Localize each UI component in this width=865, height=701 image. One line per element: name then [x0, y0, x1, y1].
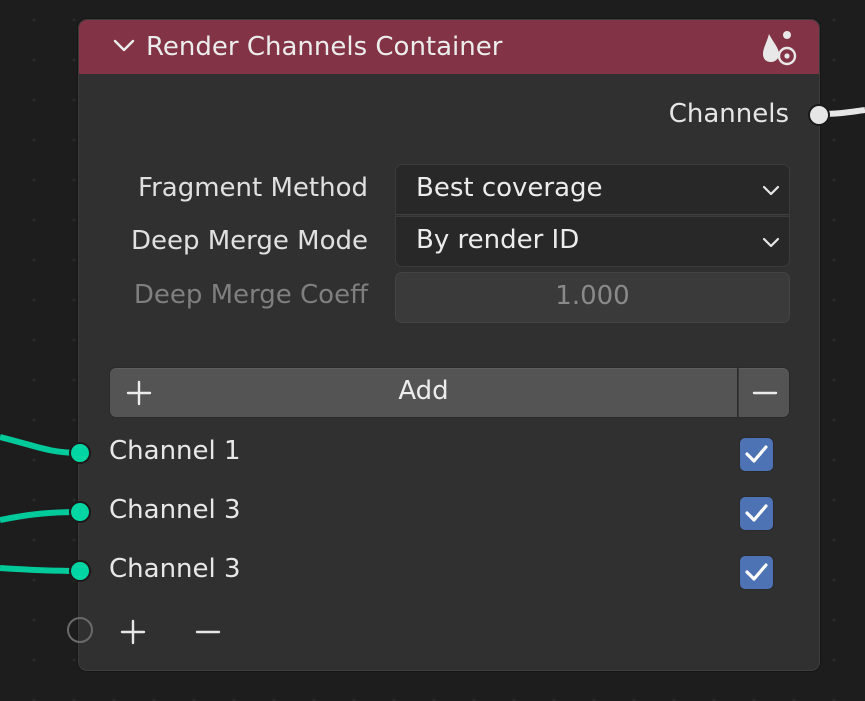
remove-channel-button[interactable]	[738, 367, 790, 418]
channel-enabled-checkbox[interactable]	[739, 555, 774, 590]
channel-2-input-socket[interactable]	[69, 501, 91, 523]
channel-label: Channel 1	[109, 436, 241, 466]
wire-channel-3b	[0, 565, 81, 574]
checkmark-icon	[745, 504, 768, 522]
minus-icon	[752, 391, 778, 395]
fragment-method-value: Best coverage	[416, 173, 603, 203]
channel-enabled-checkbox[interactable]	[739, 496, 774, 531]
output-channels-socket[interactable]	[808, 104, 830, 126]
chevron-down-icon[interactable]	[113, 39, 135, 53]
checkmark-icon	[745, 563, 768, 581]
channel-enabled-checkbox[interactable]	[739, 437, 774, 472]
channel-row: Channel 3	[79, 554, 819, 594]
checkmark-icon	[745, 445, 768, 463]
virtual-input-socket[interactable]	[67, 617, 93, 643]
wire-channel-1	[0, 434, 81, 456]
add-channel-button[interactable]: Add	[109, 367, 738, 418]
wire-channel-3a	[0, 509, 81, 523]
add-button-label: Add	[398, 376, 449, 406]
output-channels-label: Channels	[668, 99, 789, 129]
channel-label: Channel 3	[109, 554, 241, 584]
render-channel-icon	[763, 31, 797, 66]
channel-row: Channel 1	[79, 436, 819, 476]
chevron-down-icon	[762, 237, 780, 248]
channel-3-input-socket[interactable]	[69, 560, 91, 582]
fragment-method-dropdown[interactable]: Best coverage	[395, 164, 790, 215]
deep-merge-coeff-value: 1.000	[555, 281, 630, 311]
deep-merge-coeff-label: Deep Merge Coeff	[133, 280, 368, 310]
node-header[interactable]: Render Channels Container	[79, 20, 819, 74]
deep-merge-coeff-field[interactable]: 1.000	[395, 272, 790, 323]
deep-merge-mode-dropdown[interactable]: By render ID	[395, 216, 790, 267]
plus-icon[interactable]	[119, 618, 147, 646]
fragment-method-label: Fragment Method	[138, 173, 368, 203]
deep-merge-mode-value: By render ID	[416, 225, 580, 255]
chevron-down-icon	[762, 185, 780, 196]
channel-label: Channel 3	[109, 495, 241, 525]
render-channels-container-node[interactable]: Render Channels Container Channels Fragm…	[67, 19, 830, 671]
minus-icon[interactable]	[194, 618, 222, 646]
deep-merge-mode-label: Deep Merge Mode	[130, 226, 368, 256]
channel-row: Channel 3	[79, 495, 819, 535]
node-title: Render Channels Container	[146, 32, 503, 62]
channel-1-input-socket[interactable]	[69, 442, 91, 464]
